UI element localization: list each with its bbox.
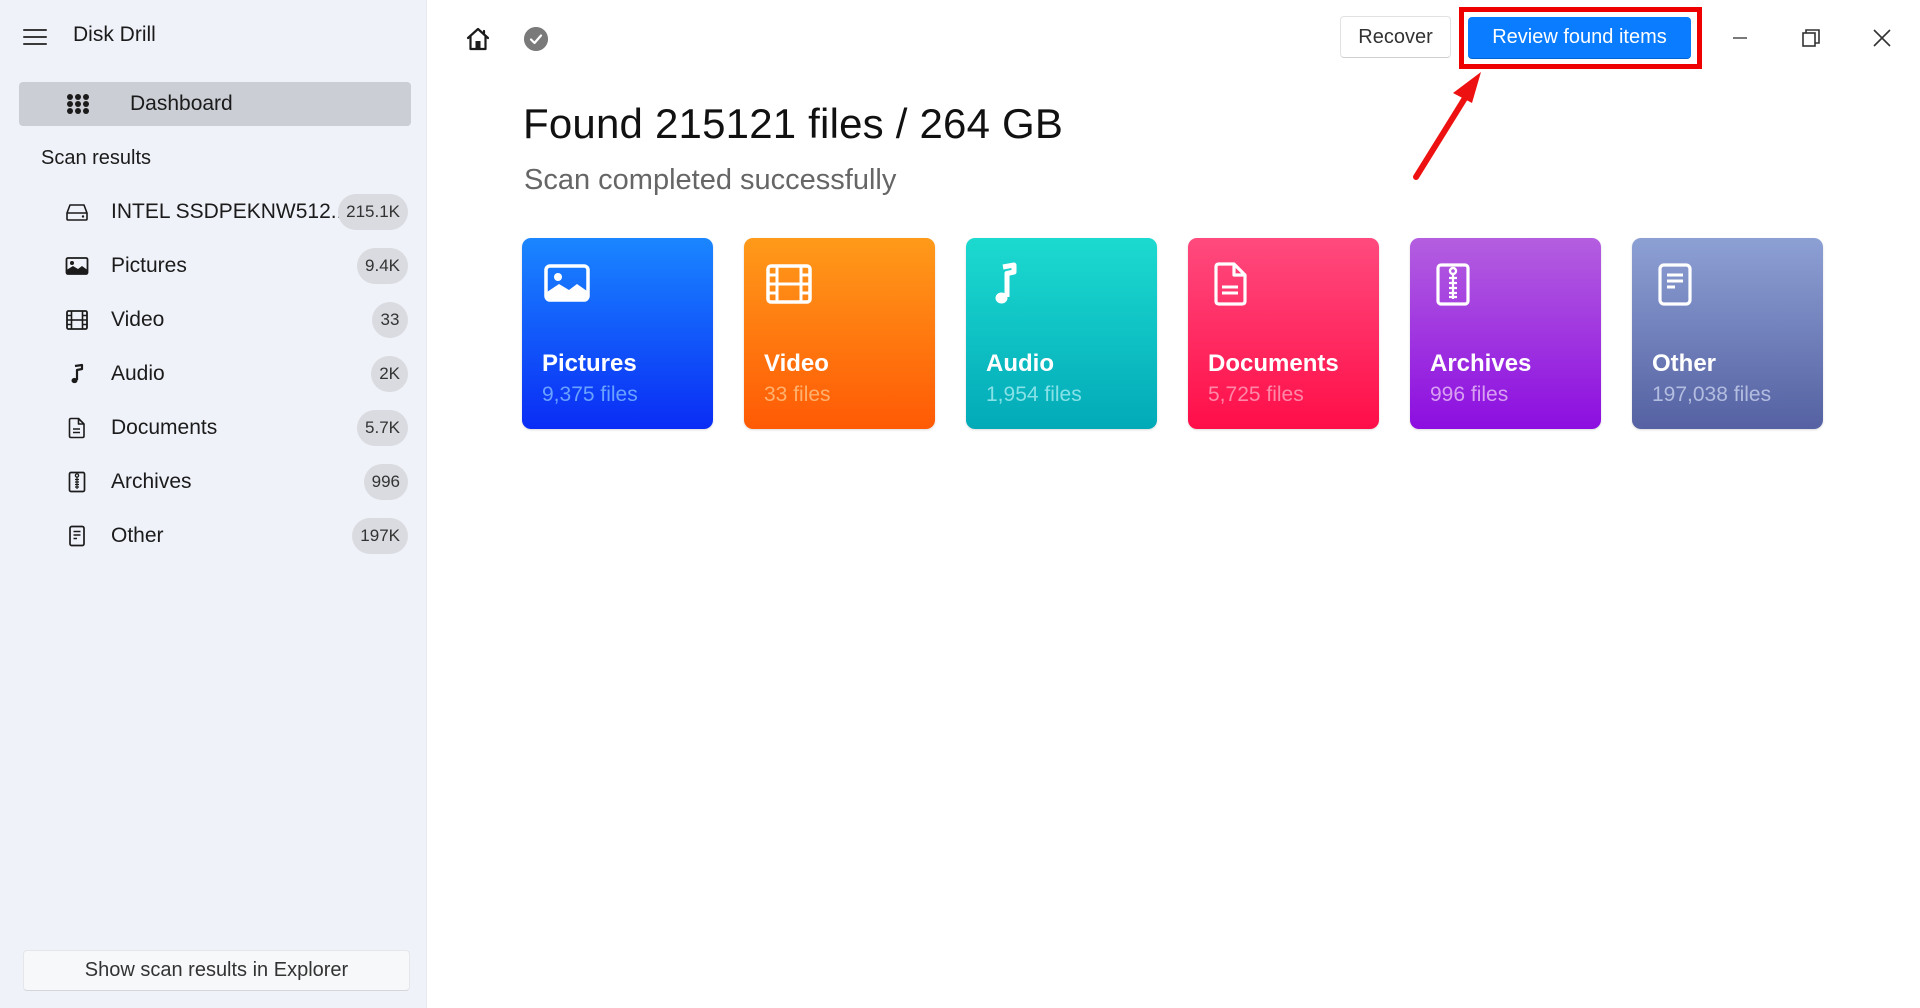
- film-icon: [766, 264, 812, 304]
- category-card-video[interactable]: Video 33 files: [744, 238, 935, 429]
- other-file-icon: [69, 525, 85, 547]
- sidebar-item-label: Documents: [111, 416, 218, 439]
- card-title: Archives: [1430, 350, 1532, 377]
- card-file-count: 996 files: [1430, 383, 1509, 406]
- count-badge: 197K: [352, 518, 408, 554]
- card-title: Documents: [1208, 350, 1339, 377]
- sidebar-item-label: Pictures: [111, 254, 187, 277]
- scan-complete-check-icon: [524, 27, 548, 51]
- show-in-explorer-button[interactable]: Show scan results in Explorer: [23, 950, 410, 991]
- picture-icon: [544, 264, 590, 302]
- count-badge: 2K: [371, 356, 408, 392]
- document-icon: [1214, 262, 1247, 306]
- archive-zip-icon: [68, 471, 86, 493]
- category-card-archives[interactable]: Archives 996 files: [1410, 238, 1601, 429]
- sidebar-item-label: Other: [111, 524, 164, 547]
- dashboard-grid-icon: [67, 94, 89, 114]
- annotation-arrow-icon: [1413, 72, 1481, 180]
- sidebar-item-video[interactable]: Video 33: [19, 297, 411, 343]
- sidebar-item-label: Archives: [111, 470, 192, 493]
- category-card-other[interactable]: Other 197,038 files: [1632, 238, 1823, 429]
- sidebar: Disk Drill Dashboard Scan results INTEL …: [0, 0, 427, 1008]
- card-file-count: 33 files: [764, 383, 831, 406]
- sidebar-item-label: Video: [111, 308, 165, 331]
- archive-zip-icon: [1436, 263, 1470, 306]
- card-file-count: 5,725 files: [1208, 383, 1304, 406]
- count-badge: 996: [363, 464, 408, 500]
- category-card-audio[interactable]: Audio 1,954 files: [966, 238, 1157, 429]
- category-card-documents[interactable]: Documents 5,725 files: [1188, 238, 1379, 429]
- sidebar-item-dashboard[interactable]: Dashboard: [19, 82, 411, 126]
- close-window-icon[interactable]: [1862, 18, 1902, 58]
- sidebar-item-audio[interactable]: Audio 2K: [19, 351, 411, 397]
- card-file-count: 1,954 files: [986, 383, 1082, 406]
- count-badge: 5.7K: [357, 410, 408, 446]
- minimize-window-icon[interactable]: [1720, 18, 1760, 58]
- sidebar-item-label: INTEL SSDPEKNW512...: [111, 200, 349, 223]
- card-title: Pictures: [542, 350, 637, 377]
- music-note-icon: [71, 363, 84, 384]
- scan-status-text: Scan completed successfully: [524, 164, 897, 196]
- sidebar-item-pictures[interactable]: Pictures 9.4K: [19, 243, 411, 289]
- card-file-count: 9,375 files: [542, 383, 638, 406]
- sidebar-item-label: Dashboard: [130, 92, 233, 115]
- sidebar-item-label: Audio: [111, 362, 165, 385]
- recover-button[interactable]: Recover: [1340, 16, 1451, 58]
- page-title: Found 215121 files / 264 GB: [523, 100, 1064, 147]
- other-file-icon: [1658, 263, 1692, 306]
- sidebar-item-documents[interactable]: Documents 5.7K: [19, 405, 411, 451]
- picture-icon: [65, 257, 89, 275]
- restore-window-icon[interactable]: [1791, 18, 1831, 58]
- sidebar-item-other[interactable]: Other 197K: [19, 513, 411, 559]
- count-badge: 215.1K: [338, 194, 408, 230]
- document-icon: [68, 417, 85, 439]
- card-title: Other: [1652, 350, 1717, 377]
- drive-icon: [66, 204, 88, 221]
- card-title: Audio: [986, 350, 1054, 377]
- scan-results-heading: Scan results: [41, 147, 152, 169]
- music-note-icon: [995, 262, 1017, 304]
- count-badge: 9.4K: [357, 248, 408, 284]
- sidebar-item-archives[interactable]: Archives 996: [19, 459, 411, 505]
- card-file-count: 197,038 files: [1652, 383, 1772, 406]
- app-title: Disk Drill: [73, 23, 156, 46]
- count-badge: 33: [372, 302, 408, 338]
- film-icon: [66, 310, 88, 330]
- card-title: Video: [764, 350, 829, 377]
- hamburger-menu-icon[interactable]: [23, 27, 47, 47]
- sidebar-item-drive[interactable]: INTEL SSDPEKNW512... 215.1K: [19, 189, 411, 235]
- category-card-pictures[interactable]: Pictures 9,375 files: [522, 238, 713, 429]
- home-icon[interactable]: [465, 26, 491, 52]
